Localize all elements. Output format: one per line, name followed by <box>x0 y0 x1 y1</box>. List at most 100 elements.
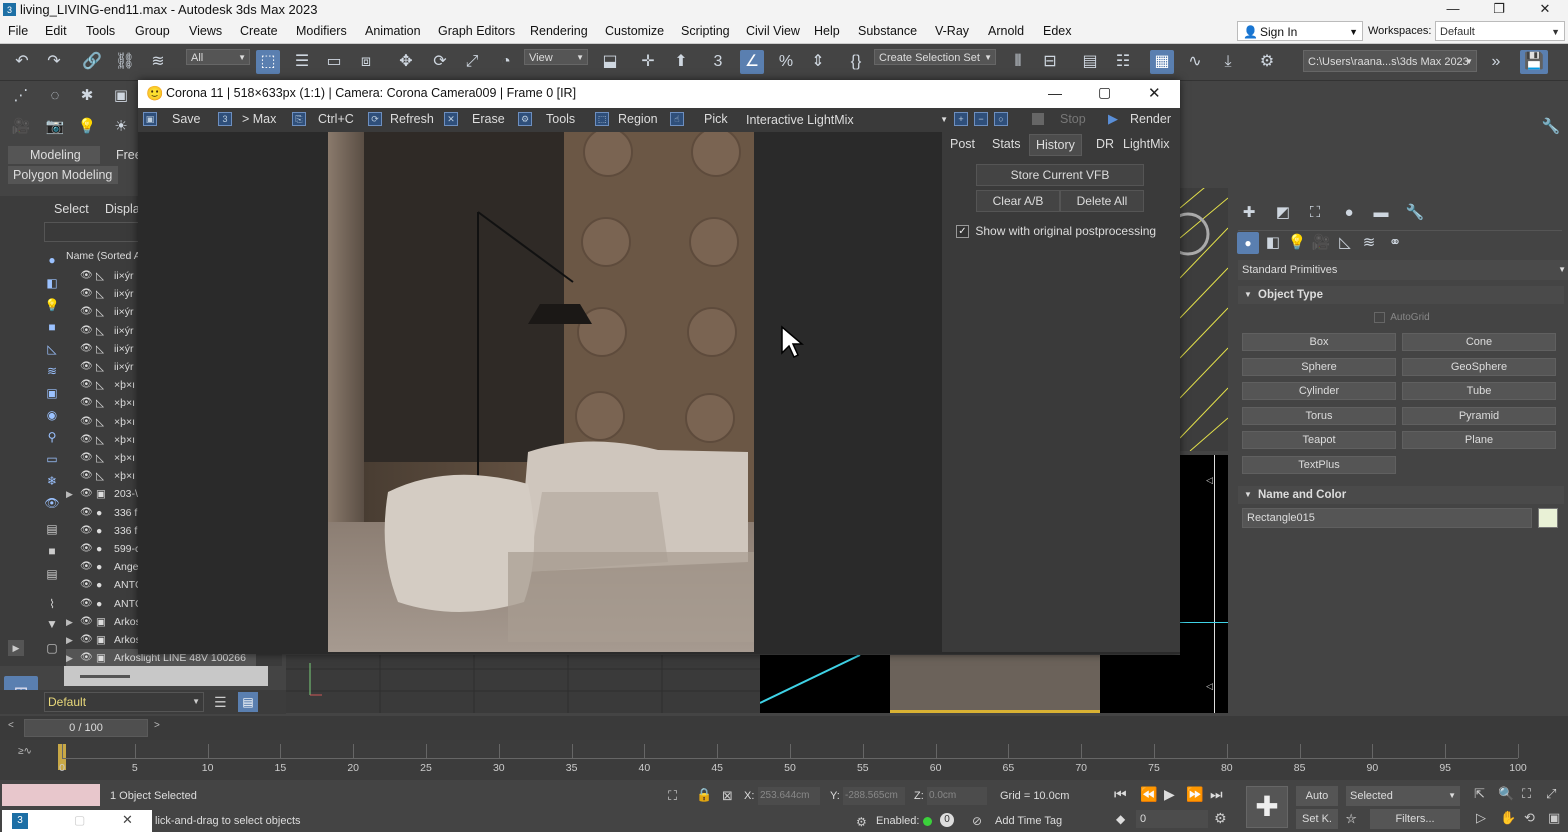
object-type-rollout[interactable]: ▼ Object Type <box>1238 286 1564 304</box>
render-play-icon[interactable]: ▶ <box>1108 111 1118 127</box>
vfb-erase-button[interactable]: Erase <box>472 112 505 126</box>
motion-tab-icon[interactable]: ● <box>1338 202 1360 224</box>
field-of-view-icon[interactable]: ▷ <box>1476 810 1486 826</box>
scene-explorer-icon[interactable]: ▦ <box>1150 50 1174 74</box>
expand-arrow-icon[interactable]: ▶ <box>66 649 73 667</box>
visibility-eye-icon[interactable]: 👁 <box>80 613 93 631</box>
scrollbar-thumb[interactable] <box>80 675 130 678</box>
scene-object-row[interactable]: 👁 ◺ ×þ×ı <box>66 431 142 449</box>
visibility-eye-icon[interactable]: 👁 <box>80 485 93 503</box>
link-icon[interactable]: 🔗 <box>80 50 104 74</box>
refresh-icon[interactable]: ⟳ <box>368 112 382 126</box>
go-to-start-icon[interactable]: ⏮ <box>1114 786 1127 803</box>
display-geometry-icon[interactable]: ● <box>44 252 60 268</box>
taskbar-preview[interactable]: 3 ▢ ✕ <box>2 810 152 832</box>
vfb-tools-button[interactable]: Tools <box>546 112 575 126</box>
render-setup-icon[interactable]: ▣ <box>110 85 132 107</box>
absolute-mode-icon[interactable]: ⊠ <box>722 788 733 804</box>
viewport-right[interactable]: ◁ ◁ <box>1180 455 1228 713</box>
display-bones-icon[interactable]: ⚲ <box>44 429 60 445</box>
tab-post[interactable]: Post <box>944 134 981 154</box>
helpers-icon[interactable]: ◺ <box>1334 232 1356 254</box>
menu-file[interactable]: File <box>8 24 28 38</box>
current-frame-input[interactable]: 0 <box>1136 810 1208 828</box>
create-geosphere-button[interactable]: GeoSphere <box>1402 357 1556 376</box>
keyboard-shortcut-icon[interactable]: ⬆ <box>669 50 693 74</box>
scene-object-row[interactable]: 👁 ◺ ×þ×ı <box>66 467 142 485</box>
edit-named-selection-icon[interactable]: {} <box>844 50 868 74</box>
snap-vertex-icon[interactable]: ⋰ <box>10 85 32 107</box>
menu-rendering[interactable]: Rendering <box>530 24 588 38</box>
save-icon[interactable]: 💾 <box>1520 50 1548 74</box>
menu-views[interactable]: Views <box>189 24 222 38</box>
camera-target-icon[interactable]: 📷 <box>44 116 66 138</box>
visibility-eye-icon[interactable]: 👁 <box>80 431 93 449</box>
visibility-eye-icon[interactable]: 👁 <box>80 394 93 412</box>
next-frame-icon[interactable]: ⏩ <box>1186 786 1203 803</box>
menu-edex[interactable]: Edex <box>1043 24 1072 38</box>
viewport-bottom-left[interactable] <box>286 655 760 713</box>
scene-object-row[interactable]: 👁 ● 599-c <box>66 540 142 558</box>
create-sphere-button[interactable]: Sphere <box>1242 357 1396 376</box>
time-prev-icon[interactable]: < <box>8 720 14 731</box>
spin-icon[interactable]: ✱ <box>76 85 98 107</box>
layer-explorer-toggle-icon[interactable]: ▤ <box>238 692 258 712</box>
tab-stats[interactable]: Stats <box>986 134 1027 154</box>
object-color-swatch[interactable] <box>1538 508 1558 528</box>
time-next-icon[interactable]: > <box>154 720 160 731</box>
display-tab-icon[interactable]: ▬ <box>1370 202 1392 224</box>
vfb-stop-button[interactable]: Stop <box>1060 112 1086 126</box>
visibility-eye-icon[interactable]: 👁 <box>80 340 93 358</box>
scene-object-row[interactable]: 👁 ◺ ii×ýr <box>66 358 142 376</box>
vfb-save-button[interactable]: Save <box>172 112 201 126</box>
lock-selection-icon[interactable]: 🔒 <box>696 787 712 803</box>
move-icon[interactable]: ✥ <box>394 50 418 74</box>
light-icon[interactable]: 💡 <box>76 116 98 138</box>
send-to-max-icon[interactable]: 3 <box>218 112 232 126</box>
visibility-eye-icon[interactable]: 👁 <box>80 358 93 376</box>
display-helpers-icon[interactable]: ◺ <box>44 341 60 357</box>
visibility-eye-icon[interactable]: 👁 <box>80 576 93 594</box>
pivot-center-icon[interactable]: ⬓ <box>598 50 622 74</box>
visibility-eye-icon[interactable]: 👁 <box>80 449 93 467</box>
display-groups-icon[interactable]: ▣ <box>44 385 60 401</box>
filter-icon[interactable]: ⌇ <box>44 596 60 612</box>
show-original-postprocessing-checkbox[interactable]: ✓ Show with original postprocessing <box>956 224 1156 239</box>
filters-button[interactable]: Filters... <box>1370 809 1460 829</box>
spinner-snap-icon[interactable]: ⇕ <box>806 50 830 74</box>
tab-dr[interactable]: DR <box>1090 134 1120 154</box>
create-textplus-button[interactable]: TextPlus <box>1242 456 1396 474</box>
menu-civil-view[interactable]: Civil View <box>746 24 800 38</box>
scene-object-row[interactable]: ▶ 👁 ▣ Arkos <box>66 613 142 631</box>
polygon-modeling-panel[interactable]: Polygon Modeling <box>8 166 118 184</box>
expand-arrow-icon[interactable]: ▶ <box>66 485 73 503</box>
visibility-eye-icon[interactable]: 👁 <box>80 540 93 558</box>
visibility-eye-icon[interactable]: 👁 <box>80 649 93 667</box>
visibility-eye-icon[interactable]: 👁 <box>80 285 93 303</box>
scene-object-row[interactable]: 👁 ◺ ×þ×ı <box>66 449 142 467</box>
scene-object-row[interactable]: 👁 ● 336 f <box>66 522 142 540</box>
time-tag-count-icon[interactable]: 0 <box>940 813 954 827</box>
key-filter-dropdown[interactable]: Selected ▼ <box>1346 786 1460 806</box>
visibility-eye-icon[interactable]: 👁 <box>80 267 93 285</box>
tag-icon[interactable]: ⊘ <box>972 814 982 828</box>
menu-animation[interactable]: Animation <box>365 24 421 38</box>
display-shapes-icon[interactable]: ◧ <box>44 275 60 291</box>
menu-create[interactable]: Create <box>240 24 278 38</box>
modify-tab-icon[interactable]: ◩ <box>1272 202 1294 224</box>
display-none-icon[interactable]: ■ <box>44 543 60 559</box>
zoom-all-icon[interactable]: ⛶ <box>1522 786 1531 802</box>
z-coordinate-input[interactable]: 0.0cm <box>927 787 987 805</box>
create-torus-button[interactable]: Torus <box>1242 406 1396 425</box>
pick-icon[interactable]: ☝ <box>670 112 684 126</box>
menu-tools[interactable]: Tools <box>86 24 115 38</box>
column-header-name[interactable]: Name (Sorted A <box>66 250 141 262</box>
add-time-tag-button[interactable]: Add Time Tag <box>995 815 1062 827</box>
visibility-eye-icon[interactable]: 👁 <box>80 413 93 431</box>
geometry-icon[interactable]: ● <box>1237 232 1259 254</box>
select-object-icon[interactable]: ⬚ <box>256 50 280 74</box>
vfb-region-button[interactable]: Region <box>618 112 658 126</box>
rotate-icon[interactable]: ⟳ <box>428 50 452 74</box>
expand-arrow-icon[interactable]: ▶ <box>66 613 73 631</box>
scene-object-row[interactable]: 👁 ● 336 f <box>66 504 142 522</box>
